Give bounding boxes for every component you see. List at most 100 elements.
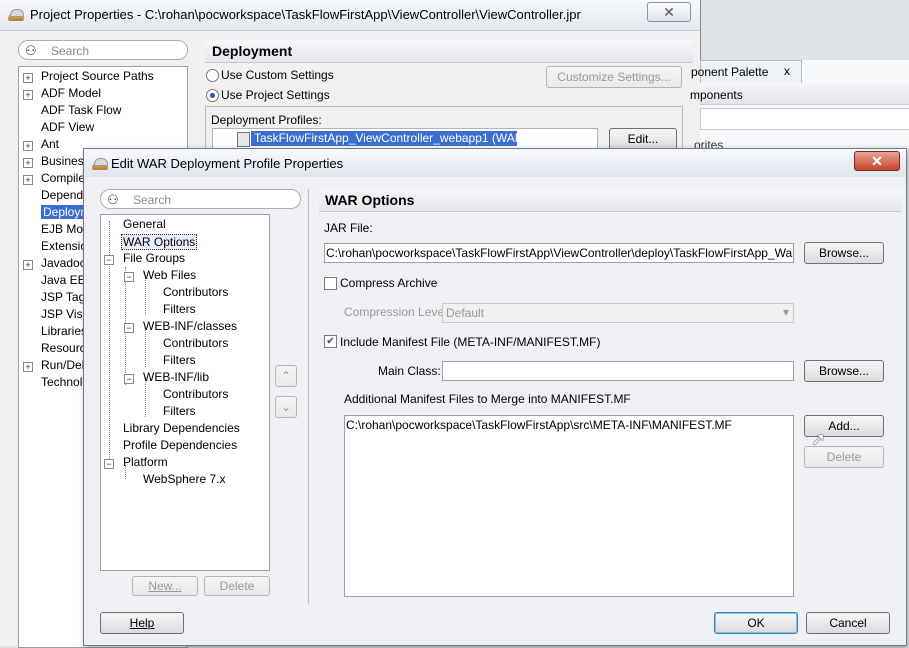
main-class-label: Main Class:	[378, 364, 441, 378]
tree-item[interactable]: ADF Task Flow	[41, 103, 121, 117]
profile-item-label: TaskFlowFirstApp_ViewController_webapp1 …	[254, 131, 551, 145]
nav-war-options[interactable]: WAR Options	[121, 234, 198, 250]
palette-tab[interactable]: ponent Palette x	[691, 60, 802, 83]
nav-lib-filters[interactable]: Filters	[163, 404, 196, 418]
dropdown-arrow-icon: ▾	[782, 305, 789, 319]
compression-level-label: Compression Level	[344, 305, 447, 319]
expand-icon[interactable]: +	[23, 90, 33, 100]
use-project-settings-radio[interactable]	[206, 89, 219, 102]
collapse-icon[interactable]: −	[124, 323, 134, 333]
nav-classes-filters[interactable]: Filters	[163, 353, 196, 367]
nav-general[interactable]: General	[123, 217, 166, 231]
jar-file-field[interactable]: C:\rohan\pocworkspace\TaskFlowFirstApp\V…	[324, 243, 794, 263]
palette-search[interactable]	[700, 108, 909, 130]
deployment-profiles-label: Deployment Profiles:	[211, 113, 322, 127]
main-class-browse-button[interactable]: Browse...	[804, 360, 884, 382]
delete-tree-button[interactable]: Delete	[204, 576, 270, 596]
tree-item[interactable]: Extensio	[41, 239, 87, 253]
manifest-list-item[interactable]: C:\rohan\pocworkspace\TaskFlowFirstApp\s…	[346, 418, 732, 432]
title-bar: Project Properties - C:\rohan\pocworkspa…	[0, 0, 700, 31]
dialog-close-button[interactable]: ✕	[854, 151, 900, 171]
edit-war-dialog: Edit WAR Deployment Profile Properties ✕…	[83, 148, 907, 646]
deployment-profiles-list[interactable]: TaskFlowFirstApp_ViewController_webapp1 …	[212, 128, 598, 150]
edit-profile-button[interactable]: Edit...	[609, 128, 677, 150]
tree-item[interactable]: Resourc	[41, 341, 86, 355]
tree-item[interactable]: Project Source Paths	[41, 69, 154, 83]
war-options-header: WAR Options	[319, 189, 901, 212]
ok-button[interactable]: OK	[714, 612, 798, 634]
expand-icon[interactable]: +	[23, 175, 33, 185]
dialog-search-input[interactable]: ⚇ Search	[100, 189, 301, 209]
nav-library-dependencies[interactable]: Library Dependencies	[123, 421, 240, 435]
nav-web-files-contributors[interactable]: Contributors	[163, 285, 228, 299]
new-button[interactable]: New...	[132, 576, 198, 596]
expand-icon[interactable]: +	[23, 362, 33, 372]
war-file-icon	[237, 132, 250, 147]
nav-classes-contributors[interactable]: Contributors	[163, 336, 228, 350]
profile-item[interactable]: TaskFlowFirstApp_ViewController_webapp1 …	[251, 131, 550, 146]
nav-profile-dependencies[interactable]: Profile Dependencies	[123, 438, 237, 452]
nav-web-files-filters[interactable]: Filters	[163, 302, 196, 316]
tree-item[interactable]: JSP Tag	[41, 290, 85, 304]
compression-level-select[interactable]: Default ▾	[442, 303, 794, 323]
splitter[interactable]	[308, 189, 309, 604]
cancel-button[interactable]: Cancel	[806, 612, 890, 634]
tree-item[interactable]: Run/Deb	[41, 358, 88, 372]
search-input[interactable]: ⚇ Search	[18, 40, 188, 60]
collapse-icon[interactable]: −	[124, 374, 134, 384]
collapse-icon[interactable]: −	[104, 255, 114, 265]
tree-item[interactable]: ADF View	[41, 120, 94, 134]
collapse-icon[interactable]: −	[104, 459, 114, 469]
help-button[interactable]: Help	[100, 612, 184, 634]
additional-manifest-label: Additional Manifest Files to Merge into …	[344, 392, 631, 406]
customize-settings-button[interactable]: Customize Settings...	[546, 66, 682, 88]
nav-web-inf-classes[interactable]: WEB-INF/classes	[143, 319, 237, 333]
tree-item[interactable]: Technolo	[41, 375, 89, 389]
help-button-label: Help	[129, 616, 155, 630]
nav-web-files[interactable]: Web Files	[143, 268, 196, 282]
checkmark-icon: ✔	[326, 336, 335, 347]
dialog-nav-tree: General WAR Options − File Groups − Web …	[100, 214, 270, 571]
tree-item[interactable]: Javadoc	[41, 256, 86, 270]
use-custom-settings-label: Use Custom Settings	[221, 68, 334, 82]
compress-archive-label: Compress Archive	[340, 276, 438, 290]
move-down-button[interactable]: ⌄	[275, 396, 297, 418]
nav-websphere[interactable]: WebSphere 7.x	[143, 472, 226, 486]
palette-close-icon[interactable]: x	[784, 64, 790, 78]
include-manifest-label: Include Manifest File (META-INF/MANIFEST…	[340, 335, 601, 349]
compression-level-value: Default	[446, 306, 485, 320]
tree-item[interactable]: Compiler	[41, 171, 89, 185]
dialog-title: Edit WAR Deployment Profile Properties	[111, 156, 344, 171]
nav-file-groups[interactable]: File Groups	[123, 251, 185, 265]
close-icon: ✕	[663, 4, 675, 20]
tree-item[interactable]: ADF Model	[41, 86, 101, 100]
include-manifest-checkbox[interactable]: ✔	[324, 335, 337, 348]
war-options-title: WAR Options	[325, 192, 415, 208]
jar-file-label: JAR File:	[324, 221, 373, 235]
close-icon: ✕	[871, 153, 883, 169]
nav-web-inf-lib[interactable]: WEB-INF/lib	[143, 370, 209, 384]
tree-item[interactable]: Java EE	[41, 273, 86, 287]
chevron-up-icon: ⌃	[280, 369, 292, 383]
search-placeholder: Search	[51, 44, 90, 58]
expand-icon[interactable]: +	[23, 73, 33, 83]
app-icon	[8, 9, 24, 21]
collapse-icon[interactable]: −	[124, 272, 134, 282]
close-button[interactable]: ✕	[647, 2, 691, 22]
additional-manifest-list[interactable]: C:\rohan\pocworkspace\TaskFlowFirstApp\s…	[344, 415, 794, 597]
expand-icon[interactable]: +	[23, 158, 33, 168]
compress-archive-checkbox[interactable]	[324, 277, 337, 290]
use-custom-settings-radio[interactable]	[206, 69, 219, 82]
section-header: Deployment	[205, 40, 693, 63]
nav-platform[interactable]: Platform	[123, 455, 168, 469]
binoculars-icon: ⚇	[107, 192, 119, 207]
move-up-button[interactable]: ⌃	[275, 365, 297, 387]
tree-item[interactable]: Libraries	[41, 324, 87, 338]
nav-lib-contributors[interactable]: Contributors	[163, 387, 228, 401]
main-class-field[interactable]	[442, 361, 794, 381]
expand-icon[interactable]: +	[23, 141, 33, 151]
tree-item[interactable]: Ant	[41, 137, 59, 151]
jar-browse-button[interactable]: Browse...	[804, 242, 884, 264]
expand-icon[interactable]: +	[23, 260, 33, 270]
jar-file-value: C:\rohan\pocworkspace\TaskFlowFirstApp\V…	[326, 246, 794, 260]
